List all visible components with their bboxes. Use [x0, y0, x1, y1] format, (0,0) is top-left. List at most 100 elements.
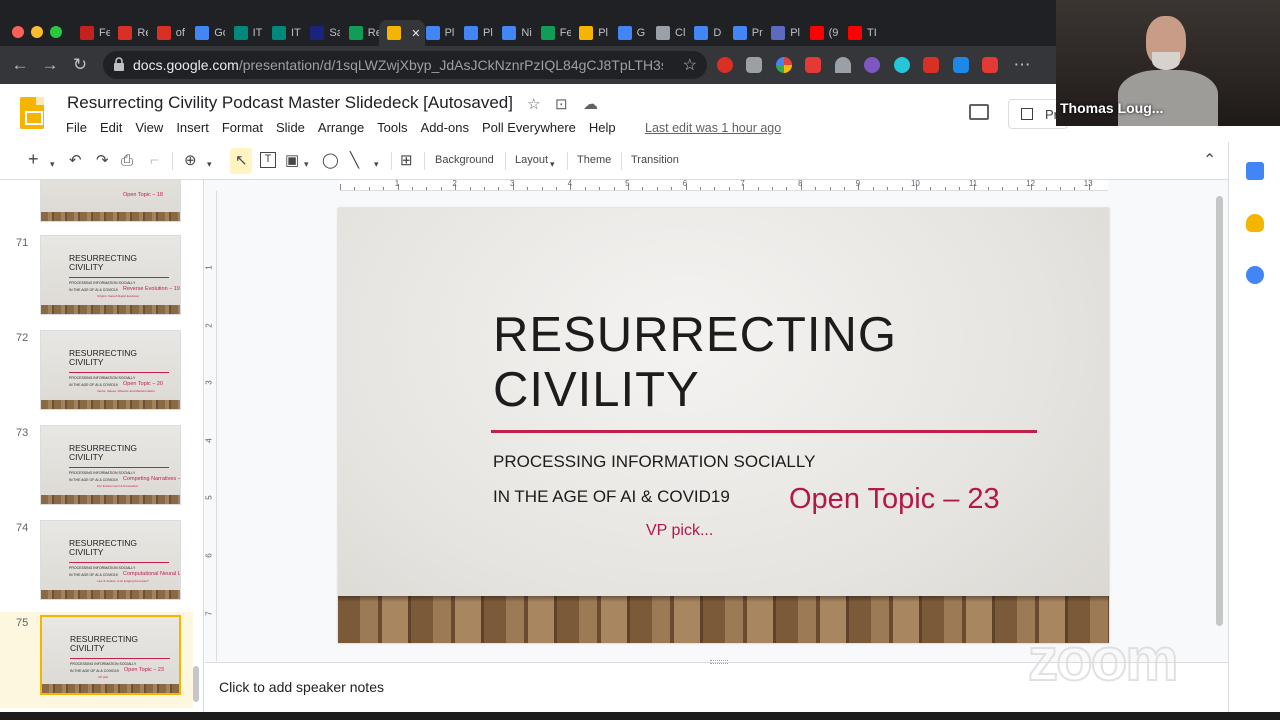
shape-button[interactable]: ◯	[322, 152, 339, 170]
menu-item[interactable]: Arrange	[318, 120, 370, 135]
extension-grammarly-icon[interactable]	[894, 57, 910, 73]
close-window-button[interactable]	[12, 26, 24, 38]
slide-thumbnail[interactable]: RESURRECTING CIVILITY PROCESSING INFORMAT…	[40, 520, 181, 600]
extension-colors-icon[interactable]	[776, 57, 792, 73]
add-comment-button[interactable]: ⊞	[400, 152, 413, 170]
menu-item[interactable]: Slide	[276, 120, 311, 135]
menu-item[interactable]: Tools	[377, 120, 413, 135]
background-button[interactable]: Background	[435, 154, 494, 166]
slide-title[interactable]: RESURRECTING CIVILITY	[493, 308, 913, 418]
slide-subtitle-line2[interactable]: IN THE AGE OF AI & COVID19	[493, 487, 730, 507]
vertical-ruler[interactable]: 1 2 3 4 5 6 7	[205, 191, 217, 661]
speaker-notes-placeholder[interactable]: Click to add speaker notes	[219, 679, 384, 695]
browser-tab[interactable]: Ni	[494, 20, 532, 46]
slides-logo-icon[interactable]	[20, 97, 44, 129]
zoom-button[interactable]: ⊕	[184, 152, 197, 170]
extension-umbrella-icon[interactable]	[835, 57, 851, 73]
last-edit-link[interactable]: Last edit was 1 hour ago	[645, 121, 781, 135]
layout-button[interactable]: Layout	[515, 154, 548, 166]
browser-tab[interactable]: Pl	[763, 20, 801, 46]
slide-subtitle-line1[interactable]: PROCESSING INFORMATION SOCIALLY	[493, 452, 815, 472]
extension-pin-icon[interactable]	[923, 57, 939, 73]
bookmark-star-icon[interactable]: ☆	[683, 55, 697, 75]
line-caret-icon[interactable]: ▾	[374, 155, 379, 173]
browser-tab[interactable]: Pr	[725, 20, 763, 46]
menu-item[interactable]: Format	[222, 120, 269, 135]
redo-button[interactable]: ↷	[96, 152, 109, 170]
new-slide-button[interactable]: +	[28, 150, 39, 168]
menu-item[interactable]: Insert	[176, 120, 215, 135]
text-box-button[interactable]: T	[260, 152, 276, 168]
extension-s-icon[interactable]	[982, 57, 998, 73]
zoom-video-tile[interactable]: Thomas Loug...	[1056, 0, 1280, 126]
menu-item[interactable]: Poll Everywhere	[482, 120, 582, 135]
slide-thumbnail[interactable]: Open Topic – 18	[40, 180, 181, 222]
back-button[interactable]: ←	[10, 55, 30, 75]
transition-button[interactable]: Transition	[631, 154, 679, 166]
horizontal-ruler[interactable]: 1 2 3 4 5 6 7 8 9 10 11 12 13	[340, 179, 1108, 191]
forward-button[interactable]: →	[40, 55, 60, 75]
tasks-icon[interactable]	[1246, 266, 1264, 284]
browser-tab[interactable]: Re	[110, 20, 148, 46]
menu-item[interactable]: Edit	[100, 120, 128, 135]
calendar-icon[interactable]	[1246, 162, 1264, 180]
browser-tab[interactable]: Pl	[571, 20, 609, 46]
undo-button[interactable]: ↶	[69, 152, 82, 170]
new-slide-layout-caret-icon[interactable]: ▾	[50, 155, 55, 173]
browser-tab[interactable]: Fe	[72, 20, 110, 46]
maximize-window-button[interactable]	[50, 26, 62, 38]
line-button[interactable]: ╲	[350, 152, 359, 170]
notes-resize-handle[interactable]	[710, 660, 728, 664]
print-button[interactable]: ⎙	[121, 152, 133, 170]
browser-tab[interactable]: IT	[226, 20, 264, 46]
browser-tab[interactable]: TI	[840, 20, 878, 46]
editor-scrollbar[interactable]	[1216, 196, 1223, 626]
menu-item[interactable]: View	[135, 120, 169, 135]
slide-thumbnail[interactable]: RESURRECTING CIVILITY PROCESSING INFORMAT…	[40, 425, 181, 505]
slide-pick-note[interactable]: VP pick...	[646, 522, 713, 540]
image-caret-icon[interactable]: ▾	[304, 155, 309, 173]
cloud-saved-icon[interactable]: ☁	[583, 95, 598, 113]
extension-camera-icon[interactable]	[953, 57, 969, 73]
menu-item[interactable]: Help	[589, 120, 622, 135]
slide-topic[interactable]: Open Topic – 23	[789, 483, 1000, 516]
browser-tab[interactable]: Fe	[533, 20, 571, 46]
menu-item[interactable]: File	[66, 120, 93, 135]
reload-button[interactable]: ↻	[70, 55, 90, 75]
address-bar[interactable]: docs.google.com/presentation/d/1sqLWZwjX…	[103, 51, 707, 79]
minimize-window-button[interactable]	[31, 26, 43, 38]
browser-tab[interactable]: IT	[264, 20, 302, 46]
star-icon[interactable]: ☆	[527, 95, 540, 113]
browser-tab[interactable]: Pl	[456, 20, 494, 46]
browser-tab[interactable]: G	[610, 20, 648, 46]
extension-stop-icon[interactable]	[717, 57, 733, 73]
extension-video-icon[interactable]	[805, 57, 821, 73]
browser-tab[interactable]: of	[149, 20, 187, 46]
layout-caret-icon[interactable]: ▾	[550, 155, 555, 173]
extension-puzzle-icon[interactable]	[746, 57, 762, 73]
paint-format-button[interactable]: ⌐	[150, 152, 159, 170]
collapse-menus-button[interactable]: ⌃	[1203, 152, 1216, 170]
browser-tab[interactable]: Pl	[418, 20, 456, 46]
browser-tab[interactable]: D	[686, 20, 724, 46]
slide-thumbnail[interactable]: RESURRECTING CIVILITY PROCESSING INFORMAT…	[40, 330, 181, 410]
browser-tab[interactable]: (9	[802, 20, 840, 46]
insert-image-button[interactable]: ▣	[285, 152, 299, 170]
keep-icon[interactable]	[1246, 214, 1264, 232]
theme-button[interactable]: Theme	[577, 154, 611, 166]
move-to-folder-icon[interactable]: ⊡	[555, 95, 568, 113]
extension-circle-icon[interactable]	[864, 57, 880, 73]
document-title[interactable]: Resurrecting Civility Podcast Master Sli…	[67, 93, 513, 113]
filmstrip-scrollbar[interactable]	[193, 666, 199, 702]
slide-thumbnail[interactable]: RESURRECTING CIVILITY PROCESSING INFORMAT…	[40, 235, 181, 315]
extensions-more-button[interactable]: ⋯	[1012, 55, 1032, 75]
browser-tab[interactable]: Re	[341, 20, 379, 46]
browser-tab[interactable]: Cl	[648, 20, 686, 46]
browser-tab[interactable]: Go	[187, 20, 225, 46]
comment-history-icon[interactable]	[969, 104, 989, 120]
menu-item[interactable]: Add-ons	[421, 120, 475, 135]
select-tool-button[interactable]: ↖	[235, 152, 248, 170]
slide-thumbnail[interactable]: RESURRECTING CIVILITY PROCESSING INFORMAT…	[40, 615, 181, 695]
zoom-caret-icon[interactable]: ▾	[207, 155, 212, 173]
browser-tab[interactable]: Sa	[302, 20, 340, 46]
